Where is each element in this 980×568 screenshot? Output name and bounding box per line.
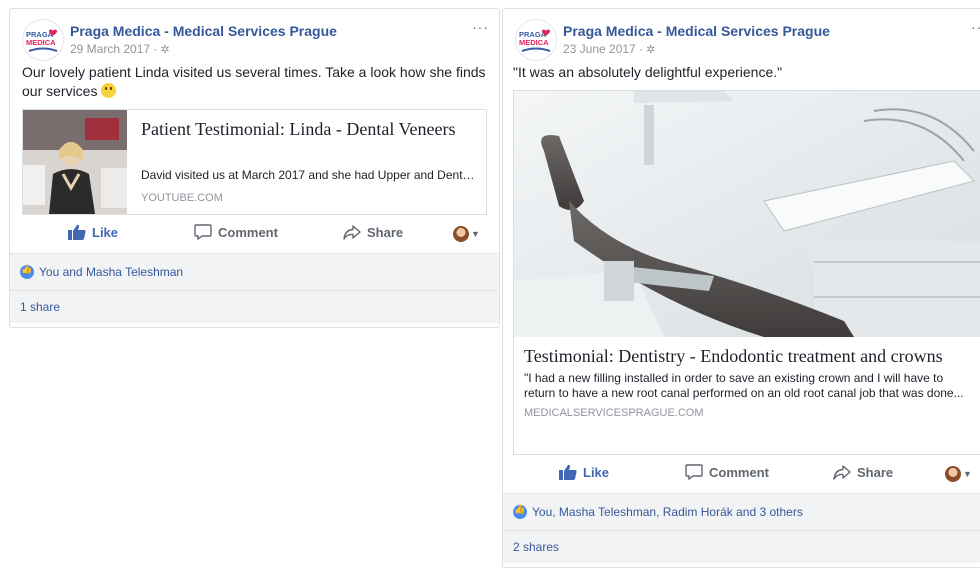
- post-card-dentistry: PRAGA MEDICA Praga Medica - Medical Serv…: [502, 8, 980, 568]
- reactions-names[interactable]: You, Masha Teleshman, Radim Horák and 3 …: [532, 505, 803, 519]
- share-label: Share: [857, 464, 894, 480]
- shares-count[interactable]: 1 share: [10, 291, 499, 323]
- reactions-summary[interactable]: You, Masha Teleshman, Radim Horák and 3 …: [503, 494, 980, 531]
- globe-icon: ✲: [160, 44, 170, 56]
- page-name-link[interactable]: Praga Medica - Medical Services Prague: [70, 23, 337, 39]
- post-header: PRAGA MEDICA Praga Medica - Medical Serv…: [503, 9, 980, 61]
- like-badge-icon: [20, 264, 34, 279]
- comment-button[interactable]: Comment: [685, 464, 769, 480]
- link-description: "I had a new filling installed in order …: [524, 371, 964, 400]
- link-preview-image[interactable]: [513, 90, 980, 337]
- link-title[interactable]: Patient Testimonial: Linda - Dental Vene…: [141, 118, 478, 140]
- link-title[interactable]: Testimonial: Dentistry - Endodontic trea…: [524, 345, 974, 367]
- action-bar: Like Comment Share ▼: [503, 455, 980, 493]
- post-meta: 29 March 2017 · ✲: [70, 42, 170, 56]
- smiley-emoji-icon: [101, 83, 117, 98]
- link-preview-card[interactable]: Patient Testimonial: Linda - Dental Vene…: [22, 109, 487, 215]
- share-arrow-icon: [833, 465, 851, 480]
- share-button[interactable]: Share: [343, 224, 403, 240]
- globe-icon: ✲: [646, 44, 656, 56]
- thumbs-up-icon: [559, 464, 577, 480]
- video-thumbnail-image-icon: [23, 110, 127, 214]
- chevron-down-icon: ▼: [471, 229, 480, 239]
- post-text: Our lovely patient Linda visited us seve…: [10, 53, 499, 101]
- more-options-icon[interactable]: ···: [971, 19, 980, 35]
- shares-count[interactable]: 2 shares: [503, 531, 980, 563]
- post-message: "It was an absolutely delightful experie…: [513, 64, 783, 80]
- logo-line2: MEDICA: [519, 38, 549, 47]
- page-avatar[interactable]: PRAGA MEDICA: [22, 19, 64, 61]
- post-text: "It was an absolutely delightful experie…: [503, 53, 980, 82]
- dental-chair-image-icon: [514, 91, 980, 337]
- page-name-link[interactable]: Praga Medica - Medical Services Prague: [563, 23, 830, 39]
- page-avatar[interactable]: PRAGA MEDICA: [515, 19, 557, 61]
- post-date[interactable]: 23 June 2017 ·: [563, 42, 643, 56]
- logo-line2: MEDICA: [26, 38, 56, 47]
- praga-medica-logo-icon: PRAGA MEDICA: [26, 29, 58, 52]
- reactions-section: You and Masha Teleshman 1 share: [10, 253, 499, 323]
- link-source: MEDICALSERVICESPRAGUE.COM: [524, 407, 704, 419]
- post-meta: 23 June 2017 · ✲: [563, 42, 655, 56]
- comment-icon: [685, 464, 703, 480]
- share-arrow-icon: [343, 225, 361, 240]
- post-as-selector[interactable]: ▼: [945, 466, 972, 482]
- like-badge-icon: [513, 504, 527, 519]
- post-card-linda: PRAGA MEDICA Praga Medica - Medical Serv…: [9, 8, 500, 328]
- post-as-selector[interactable]: ▼: [453, 226, 480, 242]
- link-preview-body[interactable]: Testimonial: Dentistry - Endodontic trea…: [513, 337, 980, 455]
- post-header: PRAGA MEDICA Praga Medica - Medical Serv…: [10, 9, 499, 61]
- praga-medica-logo-icon: PRAGA MEDICA: [519, 29, 551, 52]
- more-options-icon[interactable]: ···: [472, 19, 489, 35]
- link-description: David visited us at March 2017 and she h…: [141, 168, 478, 182]
- like-button[interactable]: Like: [559, 464, 609, 480]
- post-message: Our lovely patient Linda visited us seve…: [22, 64, 486, 99]
- like-label: Like: [583, 464, 610, 480]
- comment-icon: [194, 224, 212, 240]
- comment-label: Comment: [218, 224, 278, 240]
- user-avatar: [453, 226, 469, 242]
- thumbs-up-icon: [68, 224, 86, 240]
- chevron-down-icon: ▼: [963, 469, 972, 479]
- reactions-names[interactable]: You and Masha Teleshman: [39, 265, 183, 279]
- like-label: Like: [92, 224, 119, 240]
- share-label: Share: [367, 224, 404, 240]
- reactions-section: You, Masha Teleshman, Radim Horák and 3 …: [503, 493, 980, 563]
- like-button[interactable]: Like: [68, 224, 118, 240]
- reactions-summary[interactable]: You and Masha Teleshman: [10, 254, 499, 291]
- user-avatar: [945, 466, 961, 482]
- action-bar: Like Comment Share ▼: [10, 215, 499, 253]
- share-button[interactable]: Share: [833, 464, 893, 480]
- video-thumbnail[interactable]: [23, 110, 127, 214]
- post-date[interactable]: 29 March 2017 ·: [70, 42, 157, 56]
- link-source: YOUTUBE.COM: [141, 192, 223, 204]
- comment-button[interactable]: Comment: [194, 224, 278, 240]
- comment-label: Comment: [709, 464, 769, 480]
